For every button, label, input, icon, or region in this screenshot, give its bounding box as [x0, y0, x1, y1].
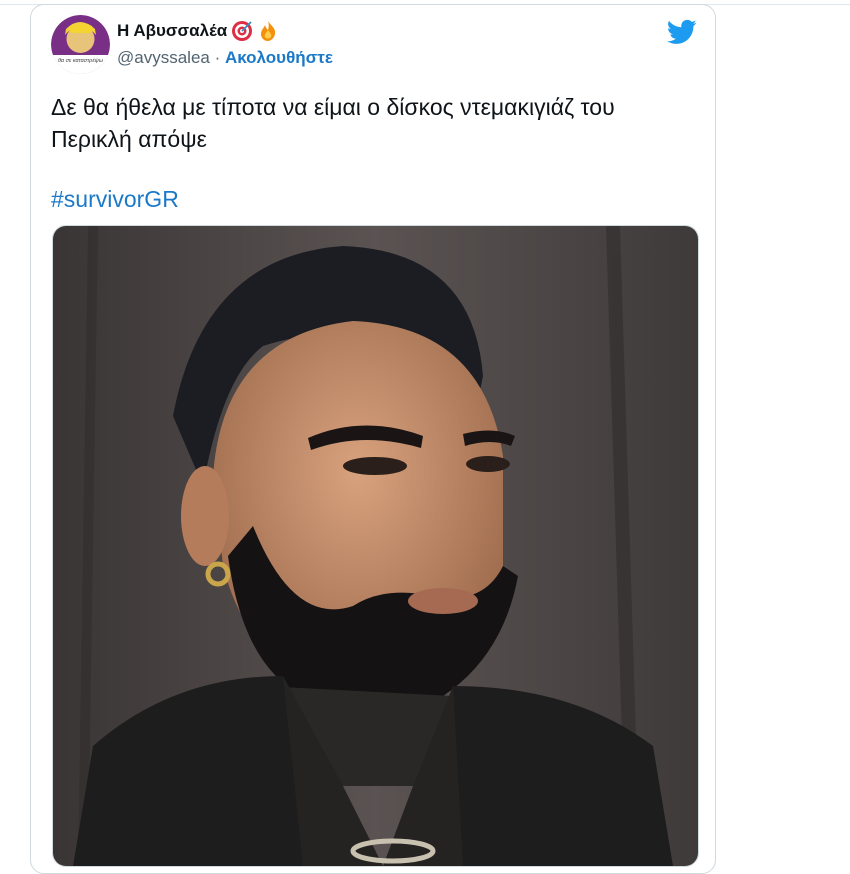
twitter-bird-icon[interactable]	[667, 17, 697, 47]
tweet-card[interactable]: θα σε καταστρέψω Η Αβυσσαλέα @avyssalea …	[30, 4, 716, 874]
separator: ·	[209, 48, 225, 67]
handle[interactable]: @avyssalea	[117, 48, 210, 68]
handle-row: @avyssalea · Ακολουθήστε	[117, 48, 333, 68]
tweet-text: Δε θα ήθελα με τίποτα να είμαι ο δίσκος …	[51, 94, 615, 152]
target-emoji-icon	[232, 21, 253, 41]
avatar-caption: θα σε καταστρέψω	[58, 57, 104, 64]
hashtag-link[interactable]: #survivorGR	[51, 183, 179, 215]
author-row[interactable]: Η Αβυσσαλέα	[117, 19, 279, 43]
display-name[interactable]: Η Αβυσσαλέα	[117, 21, 227, 41]
tweet-media-photo[interactable]	[52, 225, 699, 867]
follow-link[interactable]: Ακολουθήστε	[225, 48, 333, 68]
avatar[interactable]: θα σε καταστρέψω	[51, 15, 110, 74]
fire-emoji-icon	[261, 21, 276, 41]
